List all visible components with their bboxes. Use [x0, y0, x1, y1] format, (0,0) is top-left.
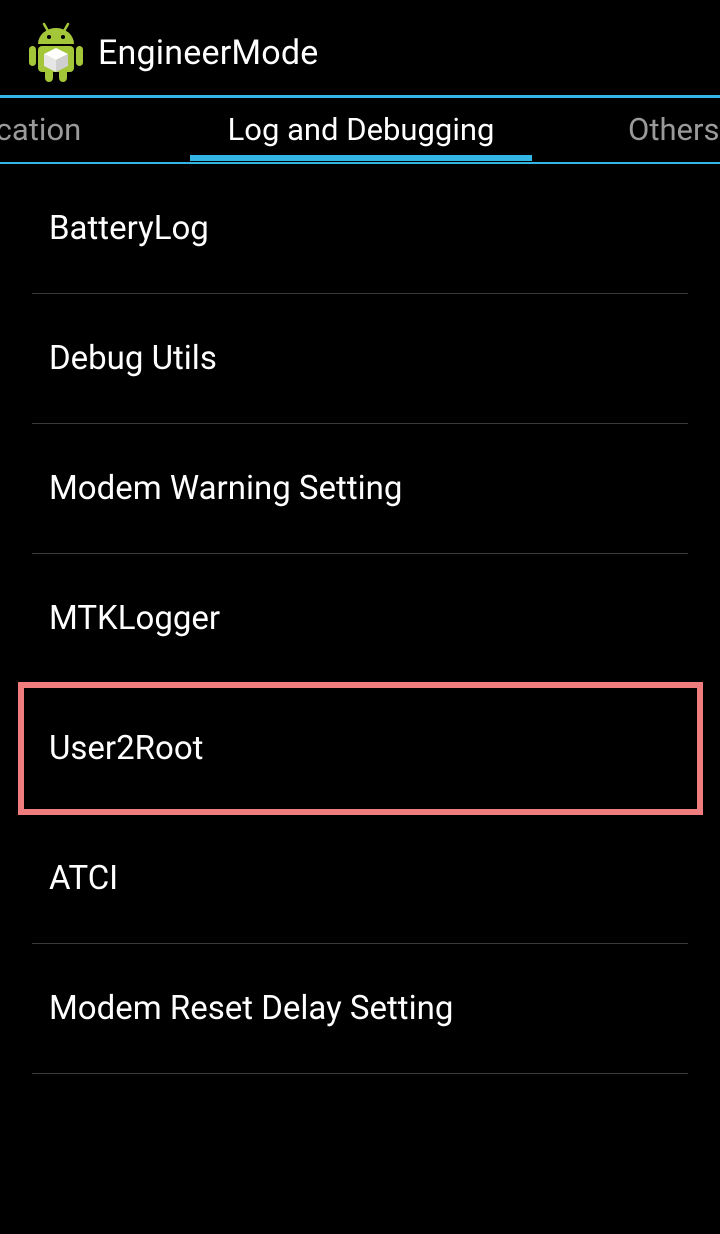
- list-item-label: Debug Utils: [49, 339, 217, 378]
- list-item-modem-warning-setting[interactable]: Modem Warning Setting: [0, 424, 720, 554]
- tab-location[interactable]: ocation: [0, 98, 81, 162]
- list-item-modem-reset-delay-setting[interactable]: Modem Reset Delay Setting: [0, 944, 720, 1074]
- divider: [32, 1073, 688, 1074]
- settings-list: BatteryLog Debug Utils Modem Warning Set…: [0, 164, 720, 1074]
- list-item-label: MTKLogger: [49, 599, 221, 638]
- tab-strip: ocation Log and Debugging Others: [0, 98, 720, 164]
- active-tab-indicator: [190, 155, 532, 161]
- action-bar: EngineerMode: [0, 0, 720, 98]
- list-item-label: Modem Warning Setting: [49, 469, 403, 508]
- list-item-label: BatteryLog: [49, 209, 209, 248]
- app-title: EngineerMode: [98, 33, 319, 73]
- list-item-atci[interactable]: ATCI: [0, 814, 720, 944]
- list-item-label: ATCI: [49, 859, 119, 898]
- list-item-label: Modem Reset Delay Setting: [49, 989, 454, 1028]
- list-item-debug-utils[interactable]: Debug Utils: [0, 294, 720, 424]
- android-robot-icon[interactable]: [26, 18, 86, 84]
- list-item-user2root[interactable]: User2Root: [0, 684, 720, 814]
- list-item-batterylog[interactable]: BatteryLog: [0, 164, 720, 294]
- list-item-label: User2Root: [49, 729, 204, 768]
- list-item-mtklogger[interactable]: MTKLogger: [0, 554, 720, 684]
- tab-log-and-debugging[interactable]: Log and Debugging: [190, 98, 532, 162]
- tab-others[interactable]: Others: [628, 98, 720, 162]
